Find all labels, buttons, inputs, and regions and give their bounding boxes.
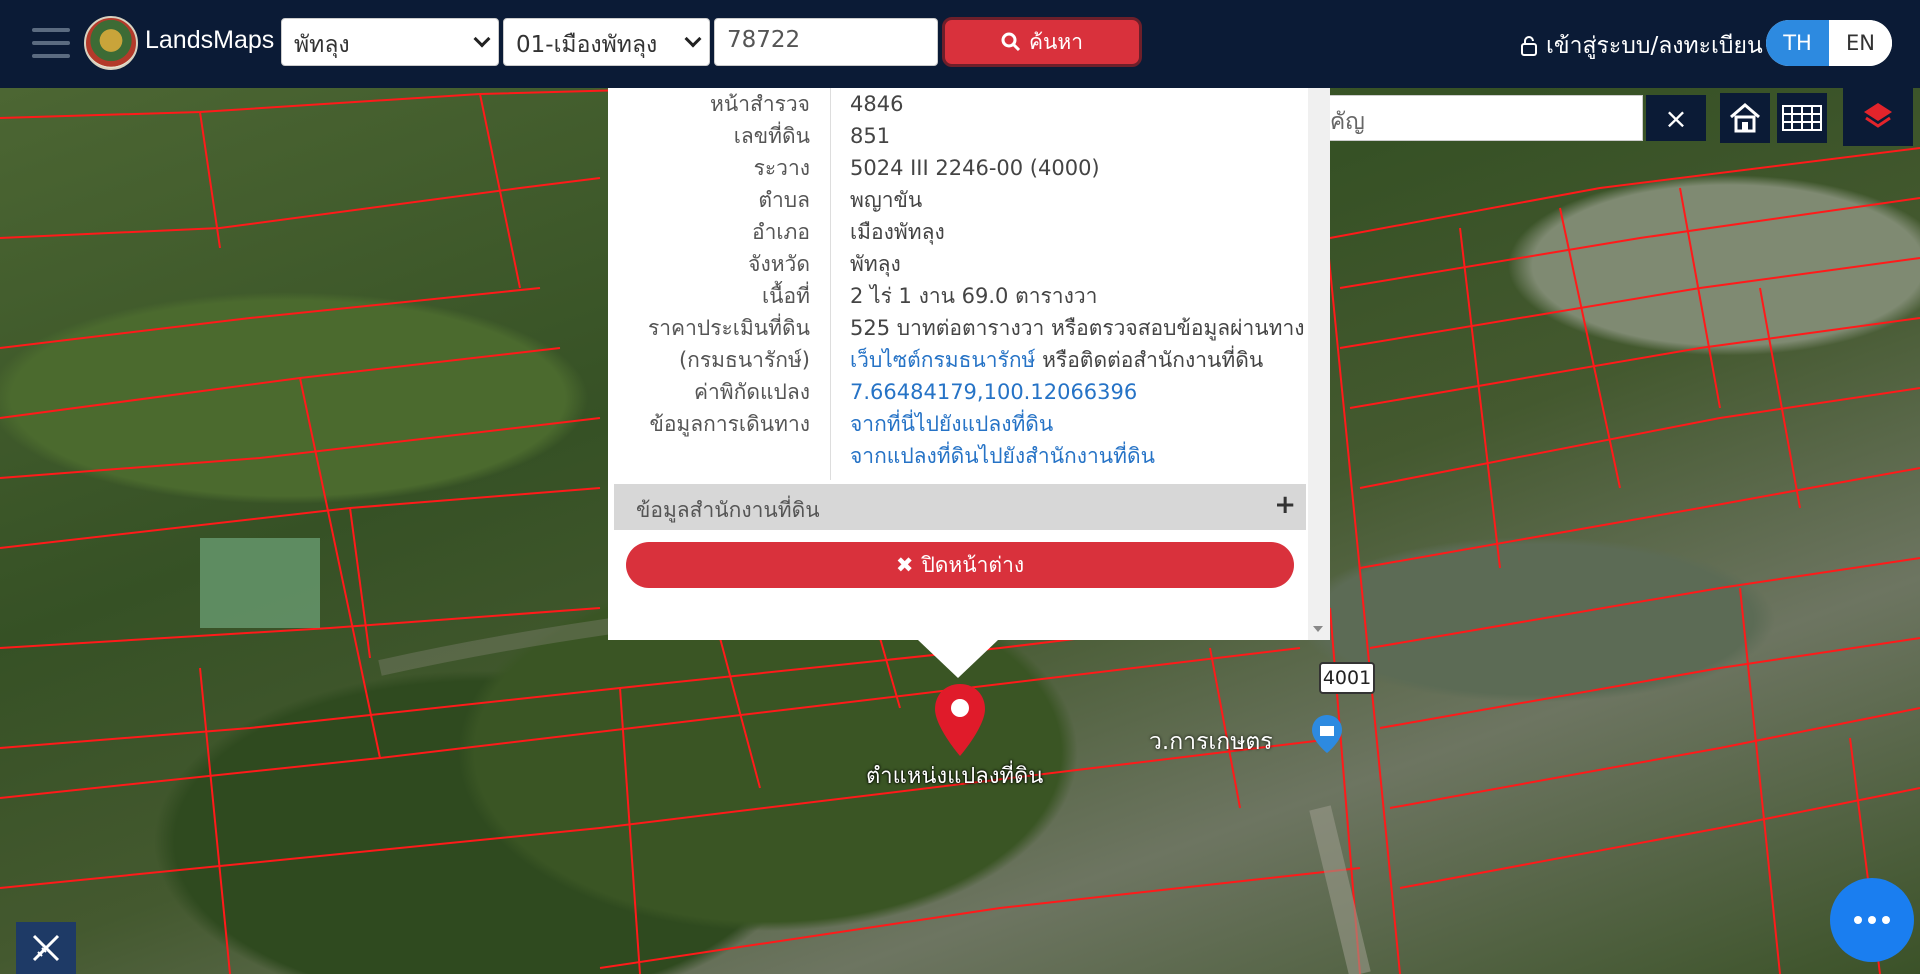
info-row: ข้อมูลการเดินทาง จากที่นี่ไปยังแปลงที่ดิน — [614, 408, 1306, 440]
chevron-down-icon — [684, 30, 702, 48]
parcel-location-pin-icon[interactable] — [932, 682, 988, 758]
info-value-text: 525 บาทต่อตารางวา หรือตรวจสอบข้อมูลผ่านท… — [850, 315, 1305, 340]
close-icon: ✖ — [895, 553, 914, 577]
info-value-text: 5024 III 2246-00 (4000) — [850, 156, 1100, 180]
info-key: ตำบล — [758, 187, 810, 212]
close-window-button[interactable]: ✖ ปิดหน้าต่าง — [626, 542, 1294, 588]
route-badge: 4001 — [1319, 662, 1375, 694]
scroll-down-icon[interactable] — [1313, 626, 1323, 632]
info-value: 7.66484179,100.12066396 — [830, 380, 1306, 404]
menu-icon[interactable] — [32, 28, 70, 58]
district-select-value: 01-เมืองพัทลุง — [516, 32, 658, 58]
info-row: (กรมธนารักษ์) เว็บไซต์กรมธนารักษ์ หรือติด… — [614, 344, 1306, 376]
search-icon — [1001, 32, 1021, 52]
info-link[interactable]: 7.66484179,100.12066396 — [850, 380, 1137, 404]
land-office-label: ข้อมูลสำนักงานที่ดิน — [636, 498, 820, 522]
info-row: ตำบล พญาขัน — [614, 184, 1306, 216]
province-select-value: พัทลุง — [294, 32, 350, 58]
popup-scrollbar[interactable] — [1308, 88, 1330, 640]
info-key: เนื้อที่ — [762, 283, 810, 308]
parcel-info-popup: หน้าสำรวจ 4846 เลขที่ดิน 851 ระวาง 5024 III 2… — [608, 88, 1330, 640]
lock-icon — [1521, 36, 1537, 56]
info-row: จากแปลงที่ดินไปยังสำนักงานที่ดิน — [614, 440, 1306, 472]
language-toggle: TH EN — [1766, 20, 1892, 66]
land-office-accordion[interactable]: ข้อมูลสำนักงานที่ดิน + — [614, 484, 1306, 530]
lang-th-button[interactable]: TH — [1766, 20, 1829, 66]
info-value: เว็บไซต์กรมธนารักษ์ หรือติดต่อสำนักงานที… — [830, 344, 1306, 377]
grid-toggle-button[interactable] — [1777, 93, 1827, 143]
chevron-down-icon — [473, 30, 491, 48]
road-label: ว.การเกษตร — [1149, 729, 1273, 755]
info-value: 5024 III 2246-00 (4000) — [830, 156, 1306, 180]
measure-tool-button[interactable] — [16, 922, 76, 974]
info-key: อำเภอ — [751, 219, 810, 244]
shop-pin-icon[interactable] — [1310, 714, 1344, 754]
info-value: 2 ไร่ 1 งาน 69.0 ตารางวา — [830, 280, 1306, 313]
info-value-text: 2 ไร่ 1 งาน 69.0 ตารางวา — [850, 283, 1098, 308]
info-row: เนื้อที่ 2 ไร่ 1 งาน 69.0 ตารางวา — [614, 280, 1306, 312]
info-row: อำเภอ เมืองพัทลุง — [614, 216, 1306, 248]
province-select[interactable]: พัทลุง — [281, 18, 499, 66]
info-value-text: 851 — [850, 124, 891, 148]
brand-name: LandsMaps — [145, 26, 275, 54]
info-value-text: เมืองพัทลุง — [850, 219, 945, 244]
info-row: ราคาประเมินที่ดิน 525 บาทต่อตารางวา หรือต… — [614, 312, 1306, 344]
district-select[interactable]: 01-เมืองพัทลุง — [503, 18, 710, 66]
info-link[interactable]: เว็บไซต์กรมธนารักษ์ — [850, 348, 1035, 372]
info-row: หน้าสำรวจ 4846 — [614, 88, 1306, 120]
layers-icon — [1864, 103, 1892, 128]
parcel-info-table: หน้าสำรวจ 4846 เลขที่ดิน 851 ระวาง 5024 III 2… — [614, 88, 1306, 472]
info-value: 4846 — [830, 92, 1306, 116]
landsmaps-logo[interactable] — [84, 16, 138, 70]
chat-button[interactable] — [1830, 878, 1914, 962]
chat-dot — [1868, 916, 1876, 924]
home-button[interactable] — [1720, 93, 1770, 143]
close-icon[interactable]: × — [1646, 95, 1706, 141]
layers-button[interactable] — [1843, 88, 1913, 146]
info-value-text: 4846 — [850, 92, 904, 116]
search-button-label: ค้นหา — [1028, 29, 1084, 54]
ruler-pencil-icon — [32, 934, 60, 962]
parcel-number-input[interactable]: 78722 — [714, 18, 938, 66]
info-key: (กรมธนารักษ์) — [678, 347, 810, 372]
info-key: หน้าสำรวจ — [710, 91, 810, 116]
popup-pointer — [918, 640, 998, 678]
info-key: เลขที่ดิน — [733, 123, 810, 148]
close-window-label: ปิดหน้าต่าง — [921, 552, 1025, 577]
popup-content: หน้าสำรวจ 4846 เลขที่ดิน 851 ระวาง 5024 III 2… — [614, 88, 1306, 600]
login-label: เข้าสู่ระบบ/ลงทะเบียน — [1546, 33, 1763, 59]
info-value: 851 — [830, 124, 1306, 148]
info-row: จังหวัด พัทลุง — [614, 248, 1306, 280]
info-value-text: พัทลุง — [850, 251, 901, 276]
info-value: จากที่นี่ไปยังแปลงที่ดิน — [830, 408, 1306, 441]
chat-dot — [1854, 916, 1862, 924]
login-link[interactable]: เข้าสู่ระบบ/ลงทะเบียน — [1520, 28, 1763, 64]
info-value-text: พญาขัน — [850, 187, 923, 212]
info-key: ราคาประเมินที่ดิน — [647, 315, 810, 340]
search-button[interactable]: ค้นหา — [942, 17, 1142, 67]
expand-icon: + — [1274, 490, 1296, 520]
info-value: 525 บาทต่อตารางวา หรือตรวจสอบข้อมูลผ่านท… — [830, 312, 1306, 345]
pin-label: ตำแหน่งแปลงที่ดิน — [866, 764, 1044, 789]
info-value: จากแปลงที่ดินไปยังสำนักงานที่ดิน — [830, 440, 1306, 473]
info-value: พัทลุง — [830, 248, 1306, 281]
info-key: ข้อมูลการเดินทาง — [649, 411, 810, 436]
info-key: ระวาง — [753, 155, 810, 180]
info-value: เมืองพัทลุง — [830, 216, 1306, 249]
info-value: พญาขัน — [830, 184, 1306, 217]
info-link[interactable]: จากแปลงที่ดินไปยังสำนักงานที่ดิน — [850, 444, 1155, 468]
home-icon — [1730, 103, 1760, 133]
lang-en-button[interactable]: EN — [1829, 20, 1892, 66]
info-key: จังหวัด — [748, 251, 810, 276]
info-row: ค่าพิกัดแปลง 7.66484179,100.12066396 — [614, 376, 1306, 408]
info-key: ค่าพิกัดแปลง — [693, 379, 810, 404]
info-row: เลขที่ดิน 851 — [614, 120, 1306, 152]
info-row: ระวาง 5024 III 2246-00 (4000) — [614, 152, 1306, 184]
grid-icon — [1782, 105, 1822, 131]
info-value-text: หรือติดต่อสำนักงานที่ดิน — [1035, 347, 1264, 372]
chat-dot — [1882, 916, 1890, 924]
top-navbar: LandsMaps พัทลุง 01-เมืองพัทลุง 78722 ค้… — [0, 0, 1920, 88]
info-link[interactable]: จากที่นี่ไปยังแปลงที่ดิน — [850, 412, 1053, 436]
